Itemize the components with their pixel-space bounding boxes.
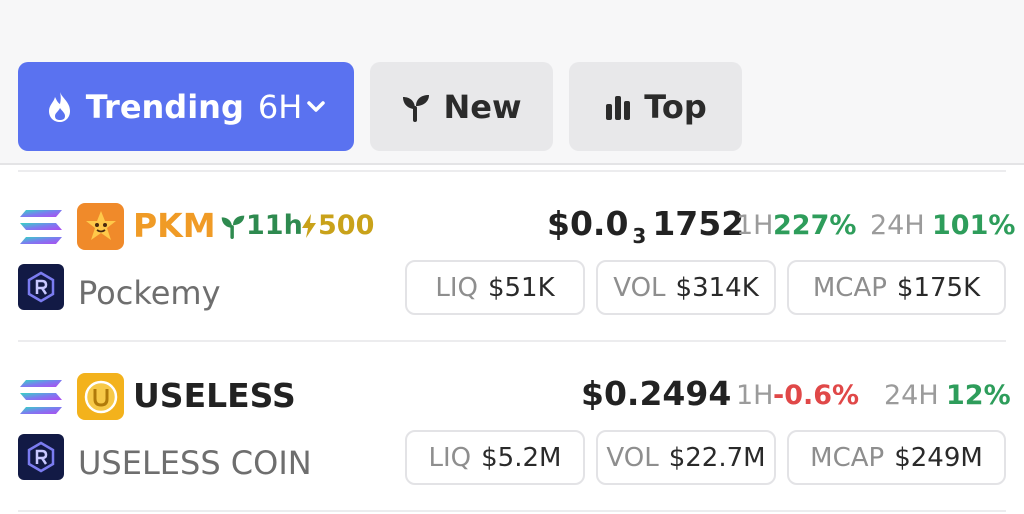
change-24h: 12%: [946, 380, 1011, 411]
bar-chart-icon: [604, 93, 632, 121]
divider: [18, 340, 1006, 342]
pkm-logo-icon: [77, 203, 124, 250]
change-1h-label: 1H: [736, 210, 774, 241]
volume-pill: VOL $314K: [596, 260, 776, 315]
tab-trending-label: Trending: [85, 87, 244, 126]
boost-badge: 500: [300, 210, 374, 241]
volume-pill: VOL $22.7M: [596, 430, 776, 485]
tab-trending[interactable]: Trending 6H: [18, 62, 354, 151]
token-price: $0.2494: [581, 374, 732, 413]
chevron-down-icon[interactable]: [306, 100, 326, 114]
lightning-icon: [302, 213, 316, 238]
raydium-icon: [18, 264, 64, 310]
token-symbol: USELESS: [133, 376, 296, 415]
sprout-icon: [401, 92, 431, 122]
change-24h-label: 24H: [870, 210, 925, 241]
liquidity-pill: LIQ $51K: [405, 260, 585, 315]
change-1h-label: 1H: [736, 380, 774, 411]
token-symbol: PKM: [133, 206, 216, 245]
token-name: Pockemy: [78, 274, 221, 312]
token-price: $0.0 3 1752: [547, 204, 745, 248]
solana-icon: [20, 210, 62, 244]
tab-top[interactable]: Top: [569, 62, 742, 151]
token-age-value: 11h: [246, 210, 303, 241]
solana-icon: [20, 380, 62, 414]
mcap-pill: MCAP $175K: [787, 260, 1006, 315]
boost-value: 500: [318, 210, 375, 241]
change-1h: 227%: [773, 210, 857, 241]
sprout-icon: [221, 215, 245, 239]
useless-logo-icon: [77, 373, 124, 420]
liquidity-pill: LIQ $5.2M: [405, 430, 585, 485]
change-1h: -0.6%: [773, 380, 860, 411]
flame-icon: [46, 91, 74, 123]
change-24h: 101%: [932, 210, 1016, 241]
token-age: 11h: [220, 210, 303, 241]
change-24h-label: 24H: [884, 380, 939, 411]
tab-top-label: Top: [644, 87, 707, 126]
filter-bar: Trending 6H New Top: [0, 0, 1024, 165]
mcap-pill: MCAP $249M: [787, 430, 1006, 485]
period-select[interactable]: 6H: [258, 88, 302, 126]
tab-new-label: New: [443, 87, 522, 126]
raydium-icon: [18, 434, 64, 480]
divider: [18, 170, 1006, 172]
token-name: USELESS COIN: [78, 444, 312, 482]
tab-new[interactable]: New: [370, 62, 553, 151]
divider: [18, 510, 1006, 512]
